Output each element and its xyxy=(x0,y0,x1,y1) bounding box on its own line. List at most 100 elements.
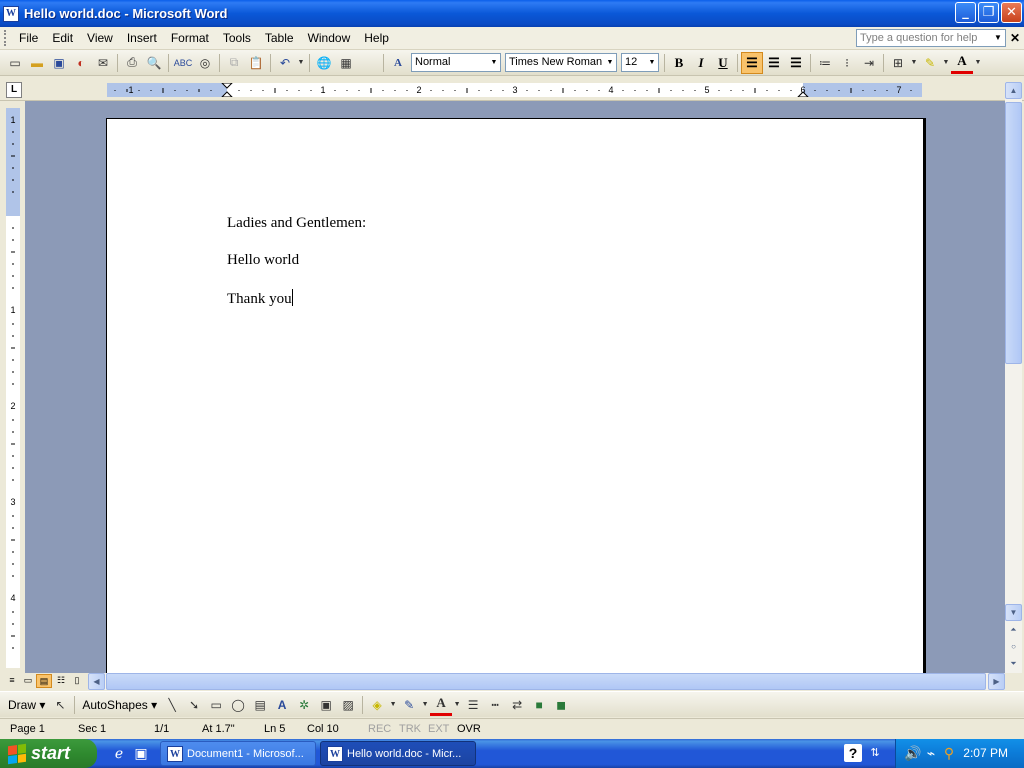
highlight-icon[interactable]: ✎ xyxy=(919,52,941,74)
bold-button[interactable]: B xyxy=(668,52,690,74)
bullets-icon[interactable]: ⁝ xyxy=(836,52,858,74)
menu-view[interactable]: View xyxy=(80,28,120,48)
word-app-icon[interactable]: W xyxy=(3,5,19,22)
network-icon[interactable]: ⌁ xyxy=(922,744,940,762)
next-page-button[interactable]: ⏷ xyxy=(1005,656,1022,673)
help-search-input[interactable]: Type a question for help ▼ xyxy=(856,29,1006,47)
oval-icon[interactable]: ◯ xyxy=(227,694,249,716)
close-button[interactable]: ✕ xyxy=(1001,2,1022,23)
spelling-icon[interactable]: ABC xyxy=(172,52,194,74)
desktop-icon[interactable]: ▣ xyxy=(132,744,150,762)
normal-view-button[interactable]: ≡ xyxy=(4,674,20,688)
horizontal-scrollbar[interactable]: ◀ ▶ xyxy=(88,673,1005,690)
3d-style-icon[interactable]: ◼ xyxy=(550,694,572,716)
numbering-icon[interactable]: ≔ xyxy=(814,52,836,74)
styles-icon[interactable]: A xyxy=(387,52,409,74)
chevron-down-icon[interactable]: ▼ xyxy=(909,52,919,74)
outline-view-button[interactable]: ☷ xyxy=(53,674,69,688)
font-color-icon[interactable]: A xyxy=(951,52,973,74)
status-ext[interactable]: EXT xyxy=(428,721,449,738)
vertical-ruler[interactable]: 1 1 2 3 4 xyxy=(6,108,20,668)
paragraph-salutation[interactable]: Ladies and Gentlemen: xyxy=(227,215,366,232)
align-right-button[interactable]: ☰ xyxy=(785,52,807,74)
borders-icon[interactable]: ⊞ xyxy=(887,52,909,74)
line-style-icon[interactable]: ☰ xyxy=(462,694,484,716)
font-size-select[interactable]: 12 ▼ xyxy=(621,53,659,72)
diagram-icon[interactable]: ✲ xyxy=(293,694,315,716)
restore-button[interactable]: ❐ xyxy=(978,2,999,23)
hanging-indent-marker[interactable] xyxy=(221,91,233,97)
align-left-button[interactable]: ☰ xyxy=(741,51,763,74)
chevron-down-icon[interactable]: ▼ xyxy=(420,694,430,716)
first-line-indent-marker[interactable] xyxy=(221,83,233,89)
print-preview-icon[interactable]: 🔍 xyxy=(143,52,165,74)
chevron-down-icon[interactable]: ▼ xyxy=(296,52,306,74)
menu-insert[interactable]: Insert xyxy=(120,28,164,48)
scroll-up-button[interactable]: ▲ xyxy=(1005,82,1022,99)
horizontal-ruler[interactable]: 1 1 2 3 4 5 6 7 xyxy=(107,83,922,97)
autoshapes-menu-button[interactable]: AutoShapes ▾ xyxy=(78,698,161,712)
horizontal-scroll-thumb[interactable] xyxy=(106,673,986,690)
title-bar[interactable]: W Hello world.doc - Microsoft Word _ ❐ ✕ xyxy=(0,0,1024,27)
chevron-down-icon[interactable]: ▼ xyxy=(646,54,658,71)
chevron-down-icon[interactable]: ▼ xyxy=(973,52,983,74)
research-icon[interactable]: ◎ xyxy=(194,52,216,74)
menu-help[interactable]: Help xyxy=(357,28,396,48)
status-ovr[interactable]: OVR xyxy=(457,721,481,738)
dash-style-icon[interactable]: ┅ xyxy=(484,694,506,716)
scroll-thumb[interactable] xyxy=(1005,102,1022,364)
scroll-down-button[interactable]: ▼ xyxy=(1005,604,1022,621)
chevron-down-icon[interactable]: ▼ xyxy=(388,694,398,716)
document-page[interactable]: Ladies and Gentlemen: Hello world Thank … xyxy=(106,118,924,673)
search-icon[interactable]: ⚲ xyxy=(940,744,958,762)
save-icon[interactable]: ▣ xyxy=(48,52,70,74)
language-icon[interactable]: ⇅ xyxy=(866,744,884,762)
chevron-down-icon[interactable]: ▼ xyxy=(604,54,616,71)
hyperlink-icon[interactable]: 🌐 xyxy=(313,52,335,74)
menu-table[interactable]: Table xyxy=(258,28,301,48)
fill-color-icon[interactable]: ◈ xyxy=(366,694,388,716)
status-trk[interactable]: TRK xyxy=(399,721,421,738)
menu-edit[interactable]: Edit xyxy=(45,28,80,48)
align-center-button[interactable]: ☰ xyxy=(763,52,785,74)
arrow-icon[interactable]: ➘ xyxy=(183,694,205,716)
chevron-down-icon[interactable]: ▼ xyxy=(941,52,951,74)
task-hello-world[interactable]: W Hello world.doc - Micr... xyxy=(320,741,476,766)
open-folder-icon[interactable]: ▬ xyxy=(26,52,48,74)
style-select[interactable]: Normal ▼ xyxy=(411,53,501,72)
volume-icon[interactable]: 🔊 xyxy=(904,744,922,762)
menu-tools[interactable]: Tools xyxy=(216,28,258,48)
arrow-style-icon[interactable]: ⇄ xyxy=(506,694,528,716)
help-icon[interactable]: ? xyxy=(844,744,862,762)
undo-icon[interactable]: ↶ xyxy=(274,52,296,74)
chevron-down-icon[interactable]: ▼ xyxy=(488,54,500,71)
italic-button[interactable]: I xyxy=(690,52,712,74)
select-objects-icon[interactable]: ↖ xyxy=(49,694,71,716)
line-icon[interactable]: ╲ xyxy=(161,694,183,716)
internet-explorer-icon[interactable]: ℯ xyxy=(110,744,128,762)
print-icon[interactable]: ⎙ xyxy=(121,52,143,74)
paste-icon[interactable]: 📋 xyxy=(245,52,267,74)
start-button[interactable]: start xyxy=(0,739,97,768)
font-select[interactable]: Times New Roman ▼ xyxy=(505,53,617,72)
paragraph-closing[interactable]: Thank you xyxy=(227,289,293,308)
menu-window[interactable]: Window xyxy=(301,28,358,48)
print-layout-view-button[interactable]: ▤ xyxy=(36,674,52,688)
chevron-down-icon[interactable]: ▼ xyxy=(452,694,462,716)
menu-file[interactable]: File xyxy=(12,28,45,48)
chevron-down-icon[interactable]: ▼ xyxy=(991,30,1005,46)
paragraph-body[interactable]: Hello world xyxy=(227,252,299,269)
text-box-icon[interactable]: ▤ xyxy=(249,694,271,716)
status-rec[interactable]: REC xyxy=(368,721,391,738)
picture-icon[interactable]: ▨ xyxy=(337,694,359,716)
menu-grip[interactable] xyxy=(4,30,8,46)
web-layout-view-button[interactable]: ▭ xyxy=(20,674,36,688)
draw-menu-button[interactable]: Draw ▾ xyxy=(4,698,49,712)
task-document1[interactable]: W Document1 - Microsof... xyxy=(160,741,316,766)
font-color-icon[interactable]: A xyxy=(430,694,453,716)
select-browse-object-button[interactable]: ○ xyxy=(1005,639,1022,656)
clock[interactable]: 2:07 PM xyxy=(963,746,1008,760)
line-color-icon[interactable]: ✎ xyxy=(398,694,420,716)
previous-page-button[interactable]: ⏶ xyxy=(1005,622,1022,639)
clip-art-icon[interactable]: ▣ xyxy=(315,694,337,716)
